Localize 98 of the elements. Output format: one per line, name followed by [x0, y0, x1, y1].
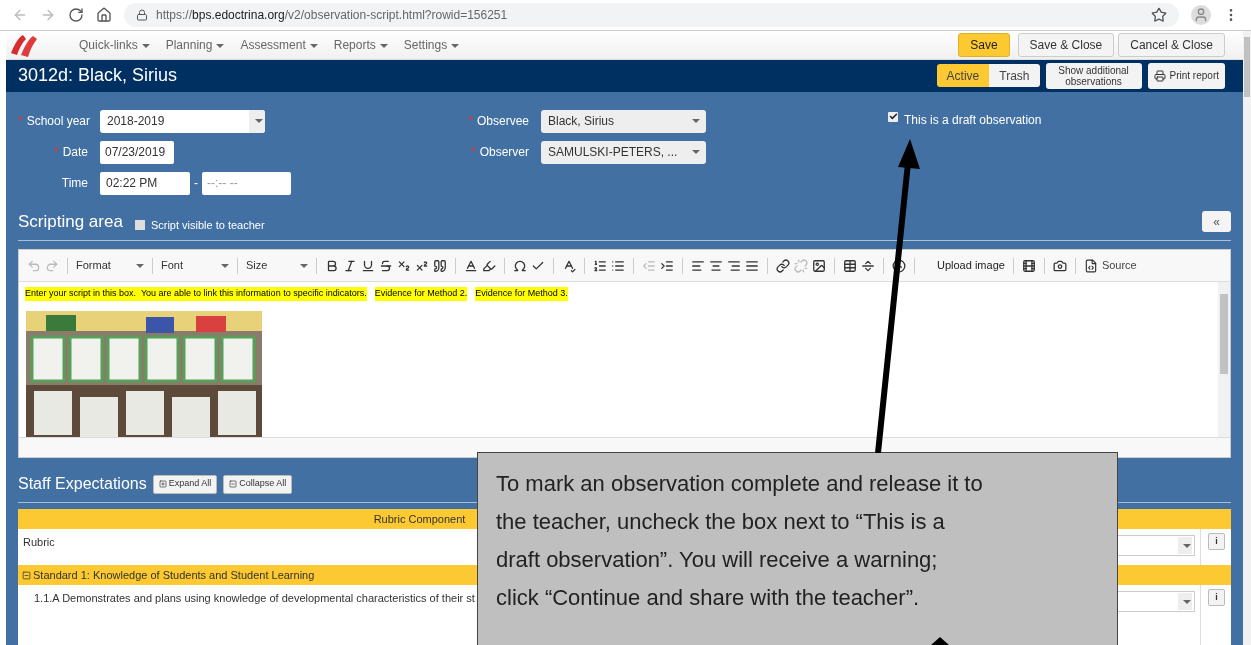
- omega-icon[interactable]: [513, 258, 527, 273]
- bold-icon[interactable]: [325, 258, 339, 273]
- start-time-field[interactable]: 02:22 PM: [100, 171, 190, 195]
- draft-label: This is a draft observation: [904, 111, 1042, 129]
- link-icon[interactable]: [776, 258, 790, 273]
- field-label: * Observer: [469, 144, 529, 161]
- justify-icon[interactable]: [745, 258, 759, 273]
- caret-icon: [309, 43, 318, 48]
- plus-icon: [158, 480, 167, 488]
- caret-icon: [141, 43, 150, 48]
- nav-menu[interactable]: Reports: [333, 36, 388, 54]
- section-title: Scripting area: [18, 210, 123, 233]
- collapse-all-button[interactable]: Collapse All: [223, 474, 293, 494]
- indent-icon[interactable]: [660, 258, 674, 273]
- clock-icon[interactable]: [892, 258, 906, 273]
- field-label: * Observee: [467, 113, 529, 130]
- lock-icon: [136, 9, 148, 21]
- caret-icon: [255, 119, 263, 123]
- show-observations-button[interactable]: Show additional observations: [1045, 62, 1142, 89]
- background-color-icon[interactable]: [482, 258, 496, 273]
- visible-checkbox[interactable]: [134, 220, 145, 230]
- scrollbar[interactable]: [1218, 282, 1230, 437]
- source-button[interactable]: Source: [1083, 257, 1137, 274]
- caret-icon: [300, 263, 308, 268]
- person-select[interactable]: Black, Sirius: [541, 109, 706, 133]
- script-text: Enter your script in this box. You are able to link this information to specific indicators. Evidence for Method 2. Evidence for Method 3.: [25, 287, 1212, 301]
- checkbox-label: Script visible to teacher: [150, 217, 265, 233]
- toolbar-button[interactable]: Save & Close: [1017, 33, 1115, 57]
- caret-icon: [379, 43, 388, 48]
- reload-icon[interactable]: [68, 7, 84, 23]
- numbered-list-icon[interactable]: [593, 258, 607, 273]
- horizontal-rule-icon[interactable]: [861, 258, 875, 273]
- date-field[interactable]: 07/23/2019: [100, 140, 174, 164]
- editor-dropdown[interactable]: Format: [76, 257, 144, 274]
- caret-icon: [1183, 543, 1191, 548]
- toolbar-button[interactable]: Save: [958, 33, 1010, 57]
- url-text: https://bps.edoctrina.org/v2/observation-script.html?rowid=156251: [156, 7, 508, 24]
- toolbar-button[interactable]: Cancel & Close: [1118, 33, 1225, 57]
- upload-image-button[interactable]: Upload image: [937, 257, 1005, 274]
- collapse-button[interactable]: «: [1202, 211, 1231, 232]
- info-button[interactable]: i: [1208, 533, 1225, 550]
- text-color-icon[interactable]: [464, 258, 478, 273]
- underline-icon[interactable]: [361, 258, 375, 273]
- align-right-icon[interactable]: [727, 258, 741, 273]
- editor-dropdown[interactable]: Font: [161, 257, 229, 274]
- rubric-label: Rubric: [23, 535, 55, 550]
- info-button[interactable]: i: [1208, 589, 1225, 606]
- superscript-icon[interactable]: [415, 258, 429, 273]
- image-icon[interactable]: [812, 258, 826, 273]
- caret-icon: [692, 119, 700, 123]
- field-label: * School year: [18, 113, 88, 130]
- caret-icon: [451, 43, 460, 48]
- caret-icon: [216, 43, 225, 48]
- printer-icon: [1153, 69, 1166, 82]
- status-tab[interactable]: Trash: [989, 64, 1040, 88]
- video-icon[interactable]: [1021, 258, 1036, 273]
- minus-icon: [229, 480, 238, 488]
- caret-icon: [1183, 599, 1191, 604]
- standard-title: Standard 1: Knowledge of Students and Student Learning: [33, 567, 315, 583]
- spellcheck-icon[interactable]: [562, 258, 576, 273]
- camera-icon[interactable]: [1052, 258, 1067, 273]
- field-label: * Date: [52, 144, 88, 161]
- profile-icon[interactable]: [1191, 5, 1211, 25]
- address-bar[interactable]: https://bps.edoctrina.org/v2/observation-script.html?rowid=156251: [124, 3, 1179, 27]
- arrow-tip-icon: [931, 637, 949, 645]
- table-icon[interactable]: [843, 258, 857, 273]
- editor-dropdown[interactable]: Size: [246, 257, 308, 274]
- nav-menu[interactable]: Planning: [165, 36, 225, 54]
- draft-checkbox[interactable]: [888, 111, 898, 122]
- expand-button[interactable]: Expand All: [152, 474, 218, 494]
- strikethrough-icon[interactable]: [379, 258, 393, 273]
- caret-icon: [221, 263, 229, 268]
- callout-text: To mark an observation complete and release it to the teacher, uncheck the box next to “This is a draft observation”. You will receive a warning; click “Continue and share with the teacher”.: [496, 470, 984, 612]
- home-icon[interactable]: [96, 7, 112, 23]
- bulleted-list-icon[interactable]: [611, 258, 625, 273]
- column-header: Rubric Component: [373, 512, 466, 527]
- rubric-label: 1.1.A Demonstrates and plans using knowledge of developmental characteristics of their st: [34, 591, 475, 606]
- subscript-icon[interactable]: [397, 258, 411, 273]
- collapse-icon[interactable]: [22, 570, 31, 580]
- school-year-select[interactable]: 2018-2019: [100, 109, 265, 133]
- nav-menu[interactable]: Quick-links: [79, 36, 150, 54]
- section-title: Staff Expectations: [18, 474, 147, 494]
- caret-icon: [692, 150, 700, 154]
- italic-icon[interactable]: [343, 258, 357, 273]
- nav-menu[interactable]: Settings: [403, 36, 460, 54]
- caret-icon: [136, 263, 144, 268]
- person-select[interactable]: SAMULSKI-PETERS, ...: [541, 140, 706, 164]
- nav-menu[interactable]: Assessment: [240, 36, 318, 54]
- print-button[interactable]: Print report: [1147, 62, 1225, 89]
- time-separator: -: [194, 175, 198, 192]
- align-left-icon[interactable]: [691, 258, 705, 273]
- align-center-icon[interactable]: [709, 258, 723, 273]
- quote-icon[interactable]: [433, 258, 447, 273]
- file-code-icon: [1083, 258, 1098, 273]
- status-tab[interactable]: Active: [936, 64, 990, 88]
- field-label: Time: [60, 175, 88, 192]
- page-title: 3012d: Black, Sirius: [18, 64, 178, 88]
- bookmark-icon[interactable]: [1151, 7, 1167, 23]
